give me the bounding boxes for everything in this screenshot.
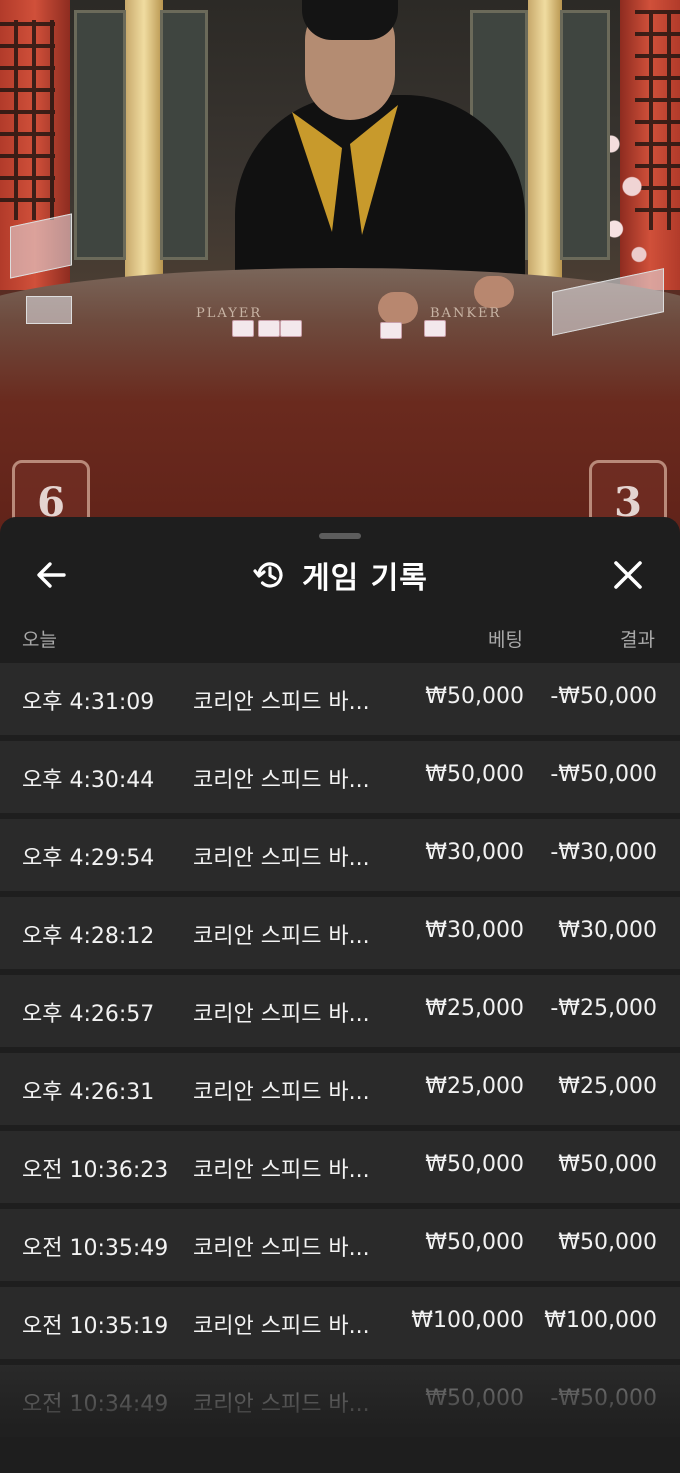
row-bet: ₩30,000 — [425, 918, 524, 943]
row-game: 코리안 스피드 바... — [193, 1002, 370, 1027]
row-time: 오전 10:34:49 — [22, 1392, 169, 1417]
row-time: 오후 4:31:09 — [22, 690, 155, 715]
result-column-header: 결과 — [620, 629, 655, 651]
wall-panel — [74, 10, 126, 260]
sheet-title: 게임 기록 — [302, 561, 428, 596]
row-time: 오후 4:26:31 — [22, 1080, 155, 1105]
row-result: ₩30,000 — [558, 918, 657, 943]
row-time: 오후 4:29:54 — [22, 846, 155, 871]
dealer-hair — [302, 0, 398, 40]
row-time: 오전 10:35:19 — [22, 1314, 169, 1339]
row-result: ₩50,000 — [558, 1230, 657, 1255]
row-bet: ₩25,000 — [425, 996, 524, 1021]
player-card — [258, 320, 280, 337]
row-game: 코리안 스피드 바... — [193, 1158, 370, 1183]
row-result: -₩25,000 — [550, 996, 657, 1021]
banker-card — [380, 322, 402, 339]
row-result: -₩50,000 — [550, 684, 657, 709]
history-row[interactable]: 오전 10:35:49 코리안 스피드 바... ₩50,000 ₩50,000 — [0, 1209, 680, 1281]
row-bet: ₩50,000 — [425, 684, 524, 709]
row-time: 오전 10:35:49 — [22, 1236, 169, 1261]
row-game: 코리안 스피드 바... — [193, 846, 370, 871]
row-result: ₩25,000 — [558, 1074, 657, 1099]
banker-table-label: BANKER — [430, 306, 502, 321]
row-game: 코리안 스피드 바... — [193, 1080, 370, 1105]
row-result: ₩100,000 — [544, 1308, 657, 1333]
history-row[interactable]: 오전 10:36:23 코리안 스피드 바... ₩50,000 ₩50,000 — [0, 1131, 680, 1203]
row-bet: ₩30,000 — [425, 840, 524, 865]
dealer-hand — [474, 276, 514, 308]
history-list: 오후 4:31:09 코리안 스피드 바... ₩50,000 -₩50,000… — [0, 663, 680, 1443]
dealer-hand — [378, 292, 418, 324]
row-bet: ₩50,000 — [425, 762, 524, 787]
history-row[interactable]: 오후 4:30:44 코리안 스피드 바... ₩50,000 -₩50,000 — [0, 741, 680, 813]
history-row[interactable]: 오후 4:26:57 코리안 스피드 바... ₩25,000 -₩25,000 — [0, 975, 680, 1047]
row-result: ₩50,000 — [558, 1152, 657, 1177]
row-time: 오전 10:36:23 — [22, 1158, 169, 1183]
row-game: 코리안 스피드 바... — [193, 1392, 370, 1417]
row-bet: ₩50,000 — [425, 1230, 524, 1255]
game-history-sheet: 게임 기록 오늘 베팅 결과 오후 4:31:09 코리안 스피드 바... ₩… — [0, 517, 680, 1473]
left-lattice — [0, 20, 55, 220]
player-card — [232, 320, 254, 337]
row-game: 코리안 스피드 바... — [193, 690, 370, 715]
row-time: 오후 4:26:57 — [22, 1002, 155, 1027]
row-bet: ₩50,000 — [425, 1386, 524, 1411]
sheet-header: 게임 기록 — [0, 551, 680, 599]
banker-card — [424, 320, 446, 337]
sheet-drag-handle[interactable] — [319, 533, 361, 539]
row-bet: ₩25,000 — [425, 1074, 524, 1099]
row-time: 오후 4:30:44 — [22, 768, 155, 793]
row-bet: ₩50,000 — [425, 1152, 524, 1177]
close-icon — [614, 561, 642, 589]
row-time: 오후 4:28:12 — [22, 924, 155, 949]
row-game: 코리안 스피드 바... — [193, 1314, 370, 1339]
bet-column-header: 베팅 — [488, 629, 523, 651]
right-pillar — [528, 0, 562, 280]
history-icon — [253, 562, 283, 588]
history-row[interactable]: 오후 4:28:12 코리안 스피드 바... ₩30,000 ₩30,000 — [0, 897, 680, 969]
card-tray — [26, 296, 72, 324]
row-result: -₩50,000 — [550, 762, 657, 787]
live-video-feed: PLAYER BANKER 6 3 — [0, 0, 680, 540]
wall-panel — [560, 10, 610, 260]
history-row[interactable]: 오전 10:34:49 코리안 스피드 바... ₩50,000 -₩50,00… — [0, 1365, 680, 1437]
row-game: 코리안 스피드 바... — [193, 768, 370, 793]
history-row[interactable]: 오전 10:35:19 코리안 스피드 바... ₩100,000 ₩100,0… — [0, 1287, 680, 1359]
row-game: 코리안 스피드 바... — [193, 924, 370, 949]
close-button[interactable] — [606, 553, 650, 597]
history-row[interactable]: 오후 4:26:31 코리안 스피드 바... ₩25,000 ₩25,000 — [0, 1053, 680, 1125]
player-table-label: PLAYER — [196, 306, 263, 321]
wall-panel — [160, 10, 208, 260]
row-result: -₩50,000 — [550, 1386, 657, 1411]
history-row[interactable]: 오후 4:29:54 코리안 스피드 바... ₩30,000 -₩30,000 — [0, 819, 680, 891]
row-game: 코리안 스피드 바... — [193, 1236, 370, 1261]
player-card — [280, 320, 302, 337]
history-row[interactable]: 오후 4:31:09 코리안 스피드 바... ₩50,000 -₩50,000 — [0, 663, 680, 735]
row-result: -₩30,000 — [550, 840, 657, 865]
left-pillar — [125, 0, 163, 280]
date-group-header: 오늘 — [22, 629, 57, 651]
row-bet: ₩100,000 — [411, 1308, 524, 1333]
